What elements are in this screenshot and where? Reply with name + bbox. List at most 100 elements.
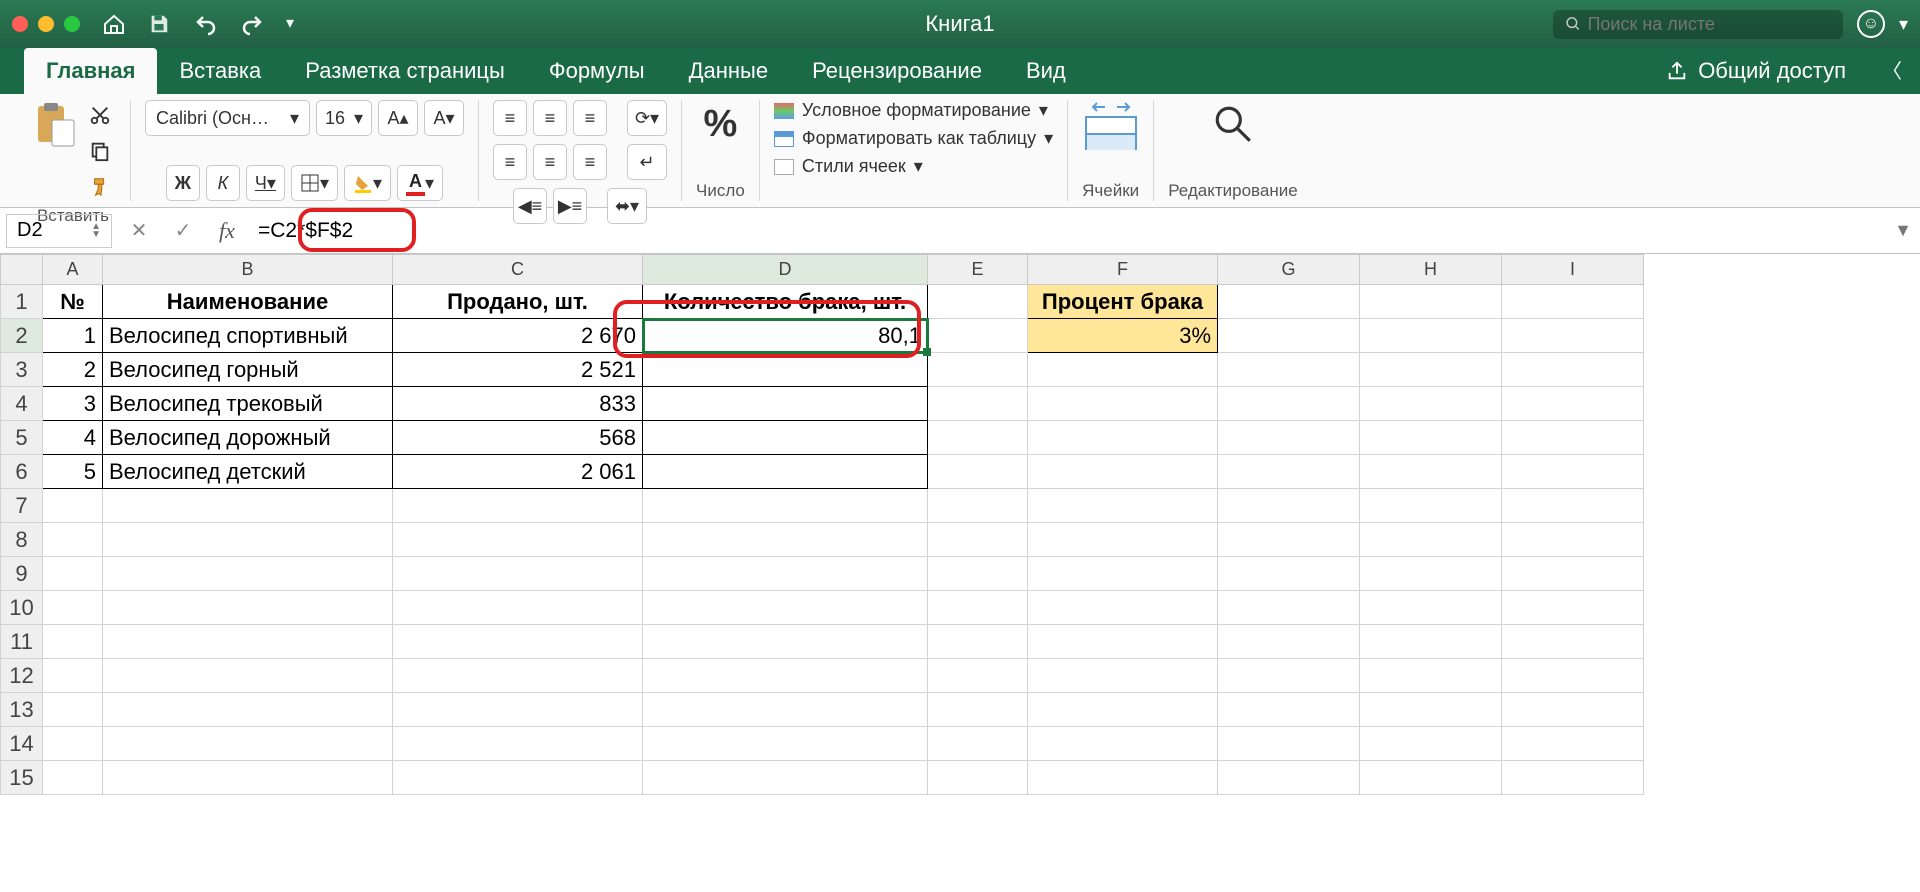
cell[interactable] [1028,523,1218,557]
bold-button[interactable]: Ж [166,165,200,201]
name-box[interactable]: D2 ▲▼ [6,214,112,248]
minimize-window-icon[interactable] [38,16,54,32]
cell[interactable]: 568 [393,421,643,455]
align-right-icon[interactable]: ≡ [573,144,607,180]
cell[interactable]: 2 [43,353,103,387]
col-header[interactable]: G [1218,255,1360,285]
cell[interactable] [1502,659,1644,693]
row-header[interactable]: 9 [1,557,43,591]
search-input[interactable] [1587,14,1831,35]
cell[interactable] [928,285,1028,319]
tab-home[interactable]: Главная [24,48,157,94]
cell[interactable] [43,489,103,523]
cell[interactable] [643,523,928,557]
col-header[interactable]: A [43,255,103,285]
row-header[interactable]: 5 [1,421,43,455]
cell[interactable] [1502,455,1644,489]
cell[interactable]: 2 061 [393,455,643,489]
paste-icon[interactable] [30,100,78,148]
cell[interactable] [393,591,643,625]
cell[interactable] [1218,727,1360,761]
underline-button[interactable]: Ч ▾ [246,165,285,201]
percent-icon[interactable]: % [696,100,744,148]
cell[interactable] [1502,727,1644,761]
cell[interactable] [643,421,928,455]
row-header[interactable]: 7 [1,489,43,523]
cell[interactable] [1360,489,1502,523]
accept-formula-icon[interactable]: ✓ [166,214,200,248]
cell[interactable] [928,387,1028,421]
cell[interactable]: Количество брака, шт. [643,285,928,319]
cell[interactable]: Велосипед детский [103,455,393,489]
cell[interactable] [1218,319,1360,353]
col-header[interactable]: C [393,255,643,285]
cell[interactable] [1218,761,1360,795]
cell[interactable] [1028,557,1218,591]
cell[interactable] [928,489,1028,523]
cell[interactable] [1502,523,1644,557]
cell[interactable]: 833 [393,387,643,421]
copy-icon[interactable] [84,136,116,166]
cell[interactable] [43,761,103,795]
col-header[interactable]: E [928,255,1028,285]
cancel-formula-icon[interactable]: ✕ [122,214,156,248]
cell[interactable] [643,557,928,591]
cell[interactable] [393,761,643,795]
cell[interactable] [1218,693,1360,727]
cell[interactable] [928,727,1028,761]
increase-font-icon[interactable]: A▴ [378,100,418,136]
cell[interactable] [1502,625,1644,659]
align-center-icon[interactable]: ≡ [533,144,567,180]
maximize-window-icon[interactable] [64,16,80,32]
cell[interactable] [1218,285,1360,319]
select-all-corner[interactable] [1,255,43,285]
wrap-text-icon[interactable]: ↵ [627,144,667,180]
align-top-icon[interactable]: ≡ [493,100,527,136]
row-header[interactable]: 10 [1,591,43,625]
cell[interactable]: Велосипед дорожный [103,421,393,455]
cell[interactable] [1360,353,1502,387]
cell[interactable]: 2 521 [393,353,643,387]
cell[interactable] [1218,523,1360,557]
cut-icon[interactable] [84,100,116,130]
cell[interactable]: 80,1 [643,319,928,353]
fill-color-button[interactable]: ▾ [344,165,391,201]
decrease-font-icon[interactable]: A▾ [424,100,464,136]
col-header[interactable]: I [1502,255,1644,285]
cell[interactable] [1360,455,1502,489]
cell[interactable] [1502,557,1644,591]
tab-view[interactable]: Вид [1004,48,1088,94]
cell[interactable] [1502,285,1644,319]
cell[interactable] [928,455,1028,489]
cell[interactable]: 5 [43,455,103,489]
font-size-select[interactable]: 16▾ [316,100,372,136]
cell[interactable] [928,761,1028,795]
format-as-table-button[interactable]: Форматировать как таблицу ▾ [774,128,1053,149]
row-header[interactable]: 15 [1,761,43,795]
row-header[interactable]: 12 [1,659,43,693]
cell[interactable] [43,659,103,693]
cell[interactable]: 3 [43,387,103,421]
tab-data[interactable]: Данные [667,48,790,94]
cell[interactable] [1028,387,1218,421]
cell[interactable] [643,659,928,693]
orientation-icon[interactable]: ⟳▾ [627,100,667,136]
cell[interactable] [928,421,1028,455]
tab-insert[interactable]: Вставка [157,48,283,94]
cell[interactable] [643,387,928,421]
cell[interactable] [1028,761,1218,795]
cell[interactable] [643,353,928,387]
cell[interactable] [393,659,643,693]
cell[interactable] [643,455,928,489]
col-header[interactable]: H [1360,255,1502,285]
tab-page-layout[interactable]: Разметка страницы [283,48,527,94]
cell[interactable] [1218,557,1360,591]
cell[interactable]: Процент брака [1028,285,1218,319]
cell[interactable] [1360,727,1502,761]
find-icon[interactable] [1209,100,1257,148]
format-painter-icon[interactable] [84,172,116,202]
cell[interactable] [1028,659,1218,693]
cell[interactable] [1218,625,1360,659]
align-left-icon[interactable]: ≡ [493,144,527,180]
row-header[interactable]: 13 [1,693,43,727]
